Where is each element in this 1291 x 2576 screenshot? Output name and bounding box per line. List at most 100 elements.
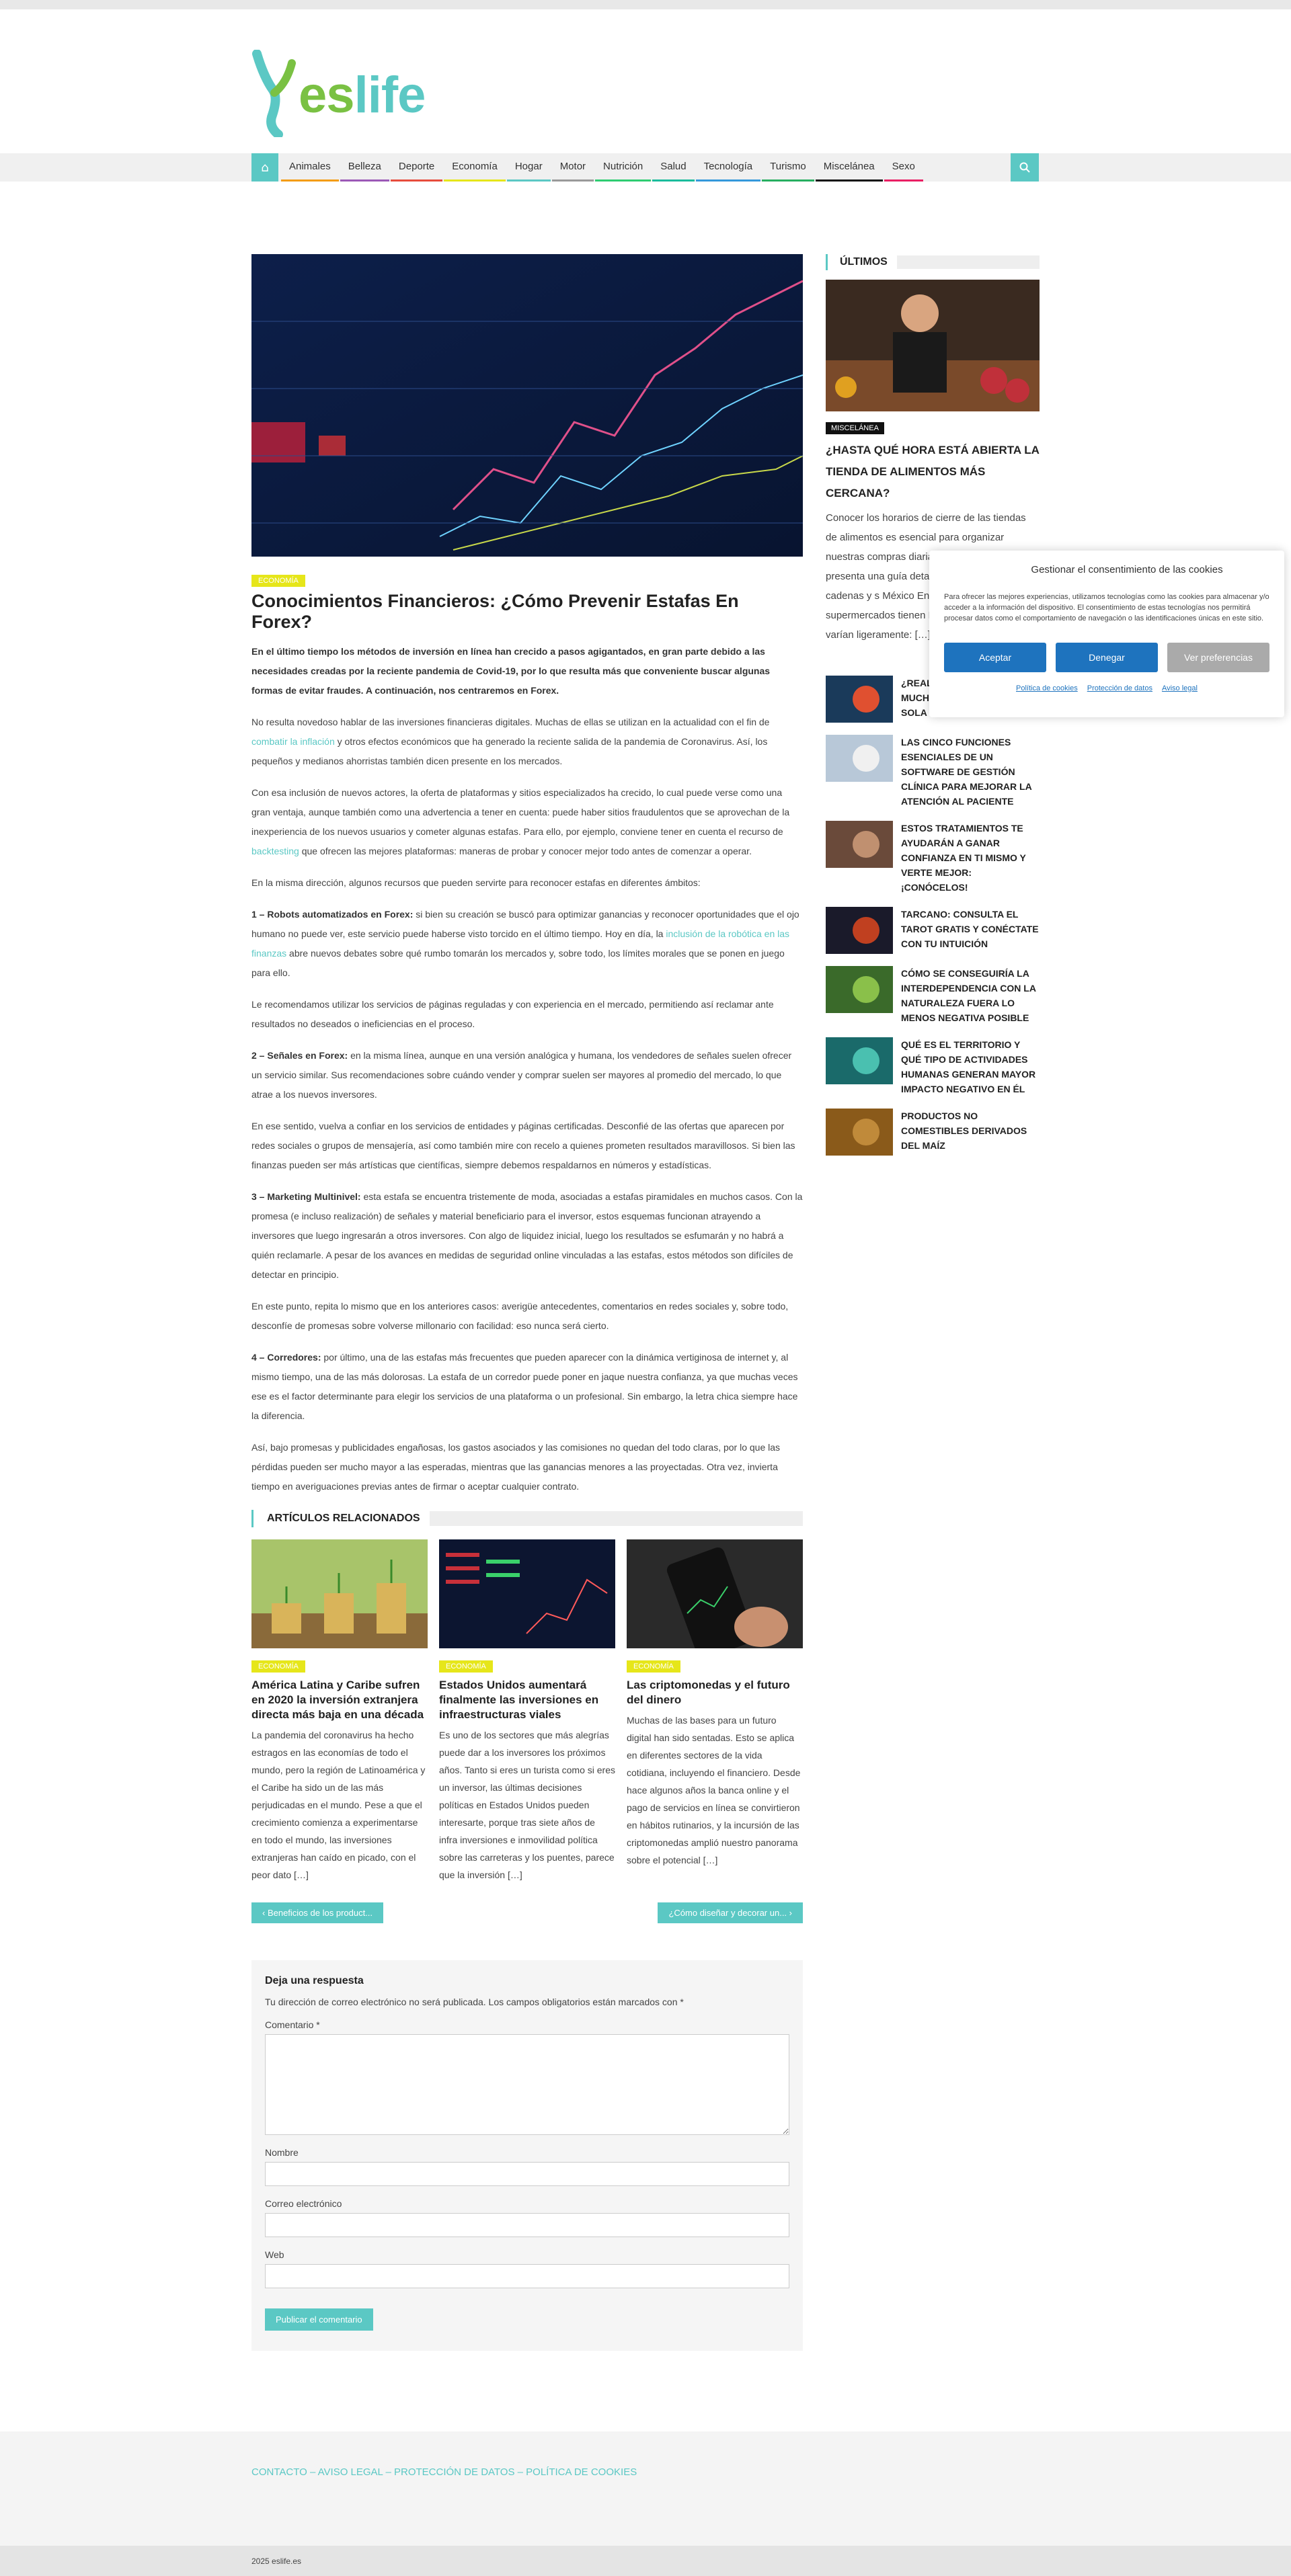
email-input[interactable] <box>265 2213 789 2237</box>
nav-item[interactable]: Hogar <box>506 153 551 182</box>
comment-textarea[interactable] <box>265 2034 789 2135</box>
sidebar-thumb[interactable] <box>826 735 893 782</box>
related-category-badge[interactable]: ECONOMÍA <box>439 1660 493 1673</box>
cookie-text: Para ofrecer las mejores experiencias, u… <box>944 593 1269 622</box>
related-articles: ECONOMÍA América Latina y Caribe sufren … <box>251 1539 803 1884</box>
nav-item[interactable]: Belleza <box>340 153 389 182</box>
data-protection-link[interactable]: Protección de datos <box>1087 684 1152 692</box>
sidebar-heading: ÚLTIMOS <box>826 254 1040 270</box>
sidebar-thumb[interactable] <box>826 966 893 1013</box>
comment-note: Tu dirección de correo electrónico no se… <box>265 1997 684 2007</box>
nav-item[interactable]: Salud <box>652 153 695 182</box>
paragraph: 3 – Marketing Multinivel: esta estafa se… <box>251 1191 803 1280</box>
paragraph: Con esa inclusión de nuevos actores, la … <box>251 787 790 856</box>
comment-label: Comentario * <box>265 2019 320 2030</box>
copyright: 2025 eslife.es <box>251 2557 302 2566</box>
related-title[interactable]: Estados Unidos aumentará finalmente las … <box>439 1678 615 1722</box>
sidebar-thumb[interactable] <box>826 907 893 954</box>
related-image[interactable] <box>439 1539 615 1648</box>
sidebar-item[interactable]: Productos no comestibles derivados del m… <box>826 1109 1040 1156</box>
nav-list: Animales Belleza Deporte Economía Hogar Motor… <box>281 153 925 182</box>
nav-item[interactable]: Animales <box>281 153 339 182</box>
link-inflacion[interactable]: combatir la inflación <box>251 736 335 747</box>
legal-notice-link[interactable]: Aviso legal <box>1162 684 1198 692</box>
nav-item[interactable]: Sexo <box>884 153 923 182</box>
top-strip <box>0 0 1291 9</box>
site-header: eslife <box>0 9 1291 153</box>
paragraph: Así, bajo promesas y publicidades engaño… <box>251 1442 781 1492</box>
nav-item[interactable]: Deporte <box>390 153 443 182</box>
prev-post-button[interactable]: ‹ Beneficios de los product... <box>251 1902 384 1923</box>
related-category-badge[interactable]: ECONOMÍA <box>627 1660 680 1673</box>
nav-item[interactable]: Economía <box>444 153 506 182</box>
sidebar-item-title[interactable]: Estos tratamientos te ayudarán a ganar c… <box>901 821 1040 895</box>
sidebar-item-title[interactable]: Productos no comestibles derivados del m… <box>901 1109 1040 1156</box>
sidebar-item-title[interactable]: Tarcano: consulta el tarot gratis y coné… <box>901 907 1040 954</box>
related-image[interactable] <box>251 1539 428 1648</box>
featured-category-badge[interactable]: MISCELÁNEA <box>826 422 884 434</box>
sidebar-item-title[interactable]: Las cinco funciones esenciales de un sof… <box>901 735 1040 809</box>
paragraph: En la misma dirección, algunos recursos … <box>251 877 701 888</box>
paragraph: 1 – Robots automatizados en Forex: si bi… <box>251 909 799 978</box>
related-title[interactable]: América Latina y Caribe sufren en 2020 l… <box>251 1678 428 1722</box>
cookie-policy-link[interactable]: Política de cookies <box>1016 684 1078 692</box>
post-category-badge[interactable]: ECONOMÍA <box>251 575 305 587</box>
cookie-title: Gestionar el consentimiento de las cooki… <box>1031 564 1223 575</box>
bottom-bar: 2025 eslife.es <box>0 2546 1291 2576</box>
next-post-button[interactable]: ¿Cómo diseñar y decorar un... › <box>658 1902 803 1923</box>
site-logo[interactable]: eslife <box>251 49 426 139</box>
site-footer: CONTACTO – AVISO LEGAL – PROTECCIÓN DE D… <box>0 2431 1291 2546</box>
search-icon[interactable] <box>1011 153 1039 182</box>
sidebar-thumb[interactable] <box>826 821 893 868</box>
footer-links[interactable]: CONTACTO – AVISO LEGAL – PROTECCIÓN DE D… <box>251 2466 637 2478</box>
related-heading: ARTÍCULOS RELACIONADOS <box>251 1510 803 1527</box>
related-excerpt: Es uno de los sectores que más alegrías … <box>439 1730 615 1880</box>
sidebar-thumb[interactable] <box>826 1109 893 1156</box>
paragraph: 4 – Corredores: por último, una de las e… <box>251 1352 798 1421</box>
sidebar-item[interactable]: Tarcano: consulta el tarot gratis y coné… <box>826 907 1040 954</box>
sidebar-item-title[interactable]: Cómo se conseguiría la interdependencia … <box>901 966 1040 1025</box>
sidebar-item-title[interactable]: Qué es el territorio y qué tipo de activ… <box>901 1037 1040 1096</box>
sidebar-item[interactable]: Estos tratamientos te ayudarán a ganar c… <box>826 821 1040 895</box>
web-input[interactable] <box>265 2264 789 2288</box>
comment-form: Deja una respuesta Tu dirección de corre… <box>251 1960 803 2351</box>
featured-image[interactable] <box>826 280 1040 411</box>
post-lead: En el último tiempo los métodos de inver… <box>251 646 771 696</box>
nav-item[interactable]: Miscelánea <box>815 153 883 182</box>
nav-item[interactable]: Tecnología <box>695 153 761 182</box>
link-backtesting[interactable]: backtesting <box>251 846 299 856</box>
sidebar-item[interactable]: Cómo se conseguiría la interdependencia … <box>826 966 1040 1025</box>
sidebar-item[interactable]: Las cinco funciones esenciales de un sof… <box>826 735 1040 809</box>
sidebar-thumb[interactable] <box>826 1037 893 1084</box>
post-content: En el último tiempo los métodos de inver… <box>251 642 803 1496</box>
nav-item[interactable]: Motor <box>551 153 594 182</box>
sidebar-thumb[interactable] <box>826 676 893 723</box>
home-icon[interactable]: ⌂ <box>251 153 278 182</box>
paragraph: 2 – Señales en Forex: en la misma línea,… <box>251 1050 792 1100</box>
sidebar-list: ¿Real... casinos online? Mucho humo y ni… <box>826 676 1040 1156</box>
cookie-accept-button[interactable]: Aceptar <box>944 643 1046 672</box>
featured-title[interactable]: ¿Hasta qué hora está abierta la tienda d… <box>826 440 1040 504</box>
related-article[interactable]: ECONOMÍA América Latina y Caribe sufren … <box>251 1539 428 1884</box>
main-content: ECONOMÍA Conocimientos Financieros: ¿Cóm… <box>251 254 803 2351</box>
related-image[interactable] <box>627 1539 803 1648</box>
cookie-consent-dialog: Gestionar el consentimiento de las cooki… <box>929 551 1284 717</box>
related-category-badge[interactable]: ECONOMÍA <box>251 1660 305 1673</box>
related-article[interactable]: ECONOMÍA Estados Unidos aumentará finalm… <box>439 1539 615 1884</box>
main-nav: ⌂ Animales Belleza Deporte Economía Hogar Mot… <box>0 153 1291 182</box>
sidebar-item[interactable]: Qué es el territorio y qué tipo de activ… <box>826 1037 1040 1096</box>
cookie-deny-button[interactable]: Denegar <box>1056 643 1158 672</box>
nav-item[interactable]: Turismo <box>762 153 814 182</box>
submit-comment-button[interactable]: Publicar el comentario <box>265 2308 373 2331</box>
email-label: Correo electrónico <box>265 2198 342 2209</box>
nav-item[interactable]: Nutrición <box>595 153 652 182</box>
post-navigation: ‹ Beneficios de los product... ¿Cómo dis… <box>251 1902 803 1923</box>
cookie-preferences-button[interactable]: Ver preferencias <box>1167 643 1269 672</box>
logo-wordmark: eslife <box>299 67 426 124</box>
name-input[interactable] <box>265 2162 789 2186</box>
post-title: Conocimientos Financieros: ¿Cómo Preveni… <box>251 591 739 632</box>
related-title[interactable]: Las criptomonedas y el futuro del dinero <box>627 1678 803 1707</box>
related-article[interactable]: ECONOMÍA Las criptomonedas y el futuro d… <box>627 1539 803 1884</box>
name-label: Nombre <box>265 2147 299 2158</box>
paragraph: En ese sentido, vuelva a confiar en los … <box>251 1121 795 1170</box>
